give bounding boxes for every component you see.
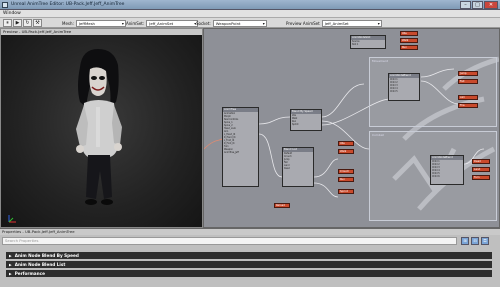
toolbar: ⏸ ▶ ↻ ⚒ Mesh: JeffMesh ▾ AnimSet: Jeff_An… xyxy=(0,18,500,28)
node-row: Dead xyxy=(284,167,290,170)
node-row: Child 5 xyxy=(390,90,398,93)
anim-sequence-node[interactable]: Land xyxy=(472,167,490,172)
category-blend-list[interactable]: ▶ Anim Node Blend List xyxy=(6,261,492,268)
menu-bar: Window xyxy=(0,10,500,18)
preview-animset-select[interactable]: Jeff_AnimSet ▾ xyxy=(321,19,382,27)
anim-sequence-node[interactable]: Idle xyxy=(338,141,354,146)
close-button[interactable]: ✕ xyxy=(484,1,498,9)
anim-node-blend-b[interactable]: AnimNodeBlend Child 1 Child 2 Child 3 Ch… xyxy=(430,155,464,185)
anim-sequence-node[interactable]: Run xyxy=(338,177,354,182)
window-title: Unreal AnimTree Editor: UB-Pack.Jeff.Jef… xyxy=(11,2,125,7)
animset-select[interactable]: Jeff_AnimSet ▾ xyxy=(146,19,199,27)
preview-animset-combo: Preview AnimSet Jeff_AnimSet ▾ xyxy=(286,19,382,27)
mesh-combo: Mesh: JeffMesh ▾ xyxy=(62,19,126,27)
node-row: Slot 1 xyxy=(352,43,359,46)
preview-panel: Preview - UB-Pack.Jeff.Jeff_AnimTree xyxy=(0,28,203,228)
window-controls: – □ ✕ xyxy=(460,1,498,9)
node-row: Child 6 xyxy=(432,175,440,178)
anim-sequence-node[interactable]: Aim xyxy=(458,95,478,100)
maximize-button[interactable]: □ xyxy=(472,1,483,9)
anim-sequence-node[interactable]: Dead xyxy=(472,159,490,164)
expand-all-icon[interactable]: ⊞ xyxy=(461,237,469,245)
tools-button[interactable]: ⚒ xyxy=(33,19,42,27)
anim-sequence-node[interactable]: Sprint xyxy=(338,189,354,194)
preview-viewport[interactable] xyxy=(1,35,202,227)
anim-sequence-node[interactable]: Run xyxy=(400,45,418,50)
blend-by-speed-node[interactable]: Blend By Speed Idle Walk Run Sprint xyxy=(290,109,322,131)
category-blend-by-speed[interactable]: ▶ Anim Node Blend By Speed xyxy=(6,252,492,259)
socket-select[interactable]: WeaponPoint ▾ xyxy=(212,19,267,27)
expand-arrow-icon: ▶ xyxy=(9,272,12,276)
mesh-select[interactable]: JeffMesh ▾ xyxy=(75,19,126,27)
anim-node-slot[interactable]: AnimNodeSlot Source Slot 1 xyxy=(350,35,386,49)
loop-button[interactable]: ↻ xyxy=(23,19,32,27)
preview-animset-label: Preview AnimSet xyxy=(286,20,320,26)
anim-tree-canvas[interactable]: Movement Combat AnimTree Animation Morph… xyxy=(203,28,500,228)
anim-sequence-node[interactable]: Walk xyxy=(338,149,354,154)
animset-combo: AnimSet: Jeff_AnimSet ▾ xyxy=(126,19,199,27)
group-label: Movement xyxy=(372,59,388,63)
anim-node-blend-a[interactable]: AnimNodeBlend Child 1 Child 2 Child 3 Ch… xyxy=(388,73,420,101)
animset-label: AnimSet: xyxy=(126,20,145,26)
axis-gizmo-icon xyxy=(8,215,16,223)
play-button[interactable]: ▶ xyxy=(13,19,22,27)
anim-sequence-node[interactable]: Fall xyxy=(458,79,478,84)
character-model xyxy=(76,49,122,205)
anim-sequence-node[interactable]: Reload xyxy=(274,203,290,208)
collapse-all-icon[interactable]: ⊟ xyxy=(471,237,479,245)
mesh-label: Mesh: xyxy=(62,20,74,26)
socket-label: Socket: xyxy=(196,20,211,26)
properties-panel: Properties - UB-Pack.Jeff.Jeff_AnimTree … xyxy=(0,228,500,287)
anim-sequence-node[interactable]: Turn xyxy=(472,175,490,180)
app-icon xyxy=(2,2,8,8)
anim-sequence-node[interactable]: Jump xyxy=(458,71,478,76)
menu-window[interactable]: Window xyxy=(3,11,21,16)
minimize-button[interactable]: – xyxy=(460,1,471,9)
blend-list-node[interactable]: Blend List Default Crouch Jump Fall Land… xyxy=(282,147,314,187)
category-performance[interactable]: ▶ Performance xyxy=(6,270,492,277)
anim-sequence-node[interactable]: Fire xyxy=(458,103,478,108)
socket-combo: Socket: WeaponPoint ▾ xyxy=(196,19,267,27)
anim-sequence-node[interactable]: Crouch xyxy=(338,169,354,174)
expand-arrow-icon: ▶ xyxy=(9,263,12,267)
anim-sequence-node[interactable]: Walk xyxy=(400,38,418,43)
anim-sequence-node[interactable]: Idle xyxy=(400,31,418,36)
properties-search-input[interactable]: Search Properties xyxy=(2,237,457,245)
window-titlebar[interactable]: Unreal AnimTree Editor: UB-Pack.Jeff.Jef… xyxy=(0,0,500,10)
group-label: Combat xyxy=(372,133,384,137)
properties-header: Properties - UB-Pack.Jeff.Jeff_AnimTree xyxy=(0,229,500,235)
anim-tree-root-node[interactable]: AnimTree Animation Morph Skel Controls S… xyxy=(222,107,259,187)
node-row: Sprint xyxy=(292,123,299,126)
lock-icon[interactable]: ⚿ xyxy=(481,237,489,245)
pause-button[interactable]: ⏸ xyxy=(3,19,12,27)
node-footer: AnimTree_Jeff xyxy=(224,151,239,154)
expand-arrow-icon: ▶ xyxy=(9,254,12,258)
